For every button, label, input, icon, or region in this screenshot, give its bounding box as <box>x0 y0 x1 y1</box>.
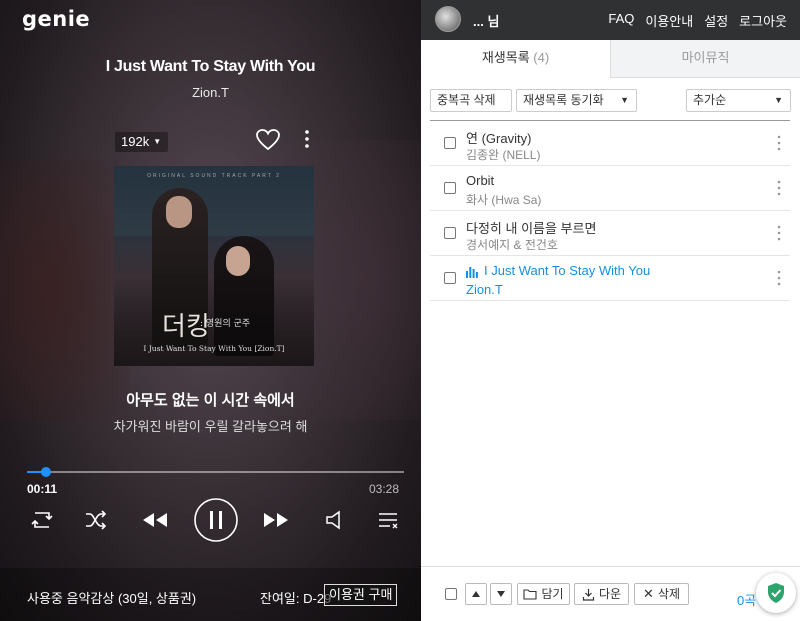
caret-down-icon: ▼ <box>153 137 162 146</box>
list-item[interactable]: 연 (Gravity) 김종완 (NELL) <box>430 121 790 166</box>
album-art-caption: I Just Want To Stay With You [Zion.T] <box>143 344 285 353</box>
genie-logo[interactable]: genie <box>22 7 90 31</box>
guide-link[interactable]: 이용안내 <box>645 11 693 30</box>
sort-dropdown[interactable]: 추가순 ▼ <box>686 89 791 112</box>
download-icon <box>582 588 595 601</box>
list-item-playing[interactable]: I Just Want To Stay With You Zion.T <box>430 256 790 301</box>
song-title[interactable]: I Just Want To Stay With You <box>466 263 650 278</box>
save-to-button[interactable]: 담기 <box>517 583 570 605</box>
ticket-status: 사용중 음악감상 (30일, 상품권) <box>27 591 197 606</box>
dedupe-button[interactable]: 중복곡 삭제 <box>430 89 512 112</box>
tab-bar: 재생목록 (4) 마이뮤직 <box>421 40 800 78</box>
track-artist[interactable]: Zion.T <box>0 85 421 100</box>
selected-count: 0곡 <box>737 593 757 608</box>
list-item[interactable]: Orbit 화사 (Hwa Sa) <box>430 166 790 211</box>
song-title[interactable]: Orbit <box>466 173 494 188</box>
more-options-icon[interactable] <box>774 133 784 153</box>
download-label: 다운 <box>598 587 622 601</box>
close-icon: ✕ <box>643 586 654 601</box>
progress-handle[interactable] <box>40 467 51 477</box>
next-icon[interactable] <box>262 502 290 538</box>
song-artist[interactable]: 경서예지 & 전건호 <box>466 236 558 253</box>
background-glow-left <box>0 160 130 420</box>
username[interactable]: ... 님 <box>473 11 499 30</box>
move-down-button[interactable] <box>490 583 512 605</box>
song-artist[interactable]: 김종완 (NELL) <box>466 146 540 163</box>
security-shield-icon[interactable] <box>756 573 796 613</box>
remaining-days: 잔여일: D-29 <box>260 591 332 606</box>
sort-label: 추가순 <box>693 93 727 107</box>
playlist-toggle-icon[interactable] <box>376 502 400 538</box>
lyric-current[interactable]: 아무도 없는 이 시간 속에서 <box>0 389 421 410</box>
buy-ticket-button[interactable]: 이용권 구매 <box>324 584 398 606</box>
progress-bar[interactable] <box>27 467 404 477</box>
quality-label: 192k <box>121 134 150 149</box>
delete-button[interactable]: ✕ 삭제 <box>634 583 689 605</box>
time-current: 00:11 <box>27 482 58 496</box>
player-panel: genie I Just Want To Stay With You Zion.… <box>0 0 421 621</box>
tab-playlist[interactable]: 재생목록 (4) <box>421 40 611 78</box>
header-links: FAQ 이용안내 설정 로그아웃 <box>608 11 787 30</box>
list-item[interactable]: 다정히 내 이름을 부르면 경서예지 & 전건호 <box>430 211 790 256</box>
settings-link[interactable]: 설정 <box>704 11 728 30</box>
album-art-header: ORIGINAL SOUND TRACK PART 2 <box>147 173 281 179</box>
row-checkbox[interactable] <box>444 227 456 239</box>
sync-label: 재생목록 동기화 <box>523 93 604 107</box>
row-checkbox[interactable] <box>444 182 456 194</box>
caret-down-icon: ▼ <box>774 95 783 105</box>
sync-dropdown[interactable]: 재생목록 동기화 ▼ <box>516 89 637 112</box>
tab-playlist-label: 재생목록 <box>481 50 530 65</box>
arrow-up-icon <box>472 591 480 597</box>
playlist-footer: 담기 다운 ✕ 삭제 0곡 <box>421 566 800 621</box>
song-title[interactable]: 연 (Gravity) <box>466 128 531 147</box>
shuffle-icon[interactable] <box>83 502 109 538</box>
more-options-icon[interactable] <box>299 128 315 150</box>
playlist-panel: ... 님 FAQ 이용안내 설정 로그아웃 재생목록 (4) 마이뮤직 중복곡… <box>421 0 800 621</box>
album-art: ORIGINAL SOUND TRACK PART 2 더킹 : 영원의 군주 … <box>114 166 314 366</box>
time-total: 03:28 <box>369 482 400 496</box>
arrow-down-icon <box>497 591 505 597</box>
song-title[interactable]: 다정히 내 이름을 부르면 <box>466 218 596 237</box>
delete-label: 삭제 <box>657 587 680 601</box>
quality-selector[interactable]: 192k ▼ <box>115 132 168 152</box>
more-options-icon[interactable] <box>774 178 784 198</box>
move-up-button[interactable] <box>465 583 487 605</box>
folder-icon <box>523 589 538 600</box>
logout-link[interactable]: 로그아웃 <box>739 11 787 30</box>
more-options-icon[interactable] <box>774 223 784 243</box>
song-artist[interactable]: Zion.T <box>466 282 503 297</box>
avatar[interactable] <box>435 6 461 32</box>
lyric-next[interactable]: 차가워진 바람이 우릴 갈라놓으려 해 <box>0 416 421 435</box>
volume-icon[interactable] <box>322 502 346 538</box>
more-options-icon[interactable] <box>774 268 784 288</box>
previous-icon[interactable] <box>141 502 169 538</box>
caret-down-icon: ▼ <box>620 95 629 105</box>
track-title: I Just Want To Stay With You <box>105 58 316 75</box>
pause-button[interactable] <box>193 497 239 543</box>
tab-playlist-count: (4) <box>533 50 550 65</box>
song-artist[interactable]: 화사 (Hwa Sa) <box>466 191 541 208</box>
row-checkbox[interactable] <box>444 137 456 149</box>
repeat-icon[interactable] <box>29 502 55 538</box>
select-all-checkbox[interactable] <box>445 588 457 600</box>
heart-icon[interactable] <box>255 128 281 152</box>
tab-mymusic[interactable]: 마이뮤직 <box>611 40 800 78</box>
faq-link[interactable]: FAQ <box>608 11 634 30</box>
download-button[interactable]: 다운 <box>574 583 629 605</box>
album-art-logo-sub: : 영원의 군주 <box>200 319 251 329</box>
top-bar: ... 님 FAQ 이용안내 설정 로그아웃 <box>421 0 800 40</box>
row-checkbox[interactable] <box>444 272 456 284</box>
save-label: 담기 <box>541 587 564 601</box>
